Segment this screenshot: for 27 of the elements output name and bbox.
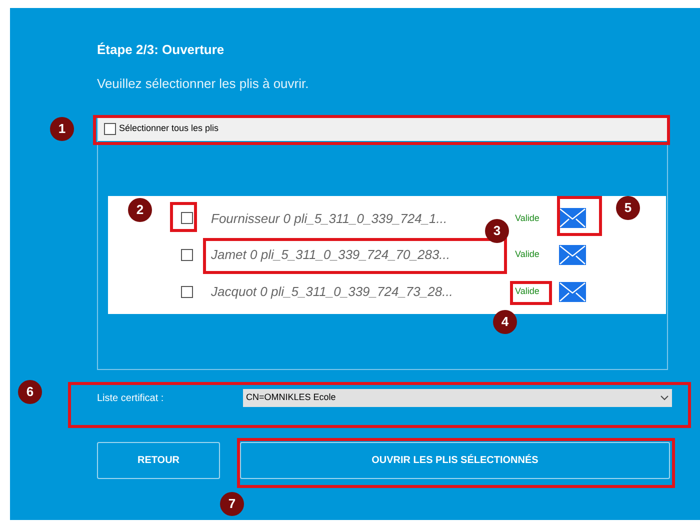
envelope-icon[interactable] — [559, 282, 586, 302]
checkbox[interactable] — [104, 122, 116, 134]
annotation-badge: 6 — [18, 380, 42, 404]
certificate-label: Liste certificat : — [97, 392, 165, 406]
step-title: Étape 2/3: Ouverture — [97, 41, 226, 59]
checkbox[interactable] — [181, 286, 193, 298]
select-all-label: Sélectionner tous les plis — [119, 122, 219, 135]
status-label: Valide — [515, 284, 540, 298]
status-label: Valide — [515, 248, 540, 262]
chevron-down-icon — [660, 395, 669, 401]
checkbox[interactable] — [181, 248, 193, 261]
select-all-bar[interactable]: Sélectionner tous les plis — [98, 116, 667, 141]
annotation-badge: 7 — [220, 492, 244, 516]
pli-name: Jamet 0 pli_5_311_0_339_724_70_283... — [211, 246, 450, 264]
highlight-frame — [170, 202, 197, 232]
pli-name: Fournisseur 0 pli_5_311_0_339_724_1... — [211, 210, 448, 228]
envelope-icon[interactable] — [559, 244, 586, 265]
certificate-select[interactable]: CN=OMNIKLES Ecole — [243, 389, 672, 407]
instruction-text: Veuillez sélectionner les plis à ouvrir. — [97, 74, 310, 93]
envelope-icon[interactable] — [559, 208, 586, 228]
annotation-badge: 4 — [493, 310, 517, 334]
status-label: Valide — [515, 212, 540, 225]
checkbox[interactable] — [181, 212, 193, 224]
annotation-badge: 1 — [50, 117, 74, 141]
pli-name: Jacquot 0 pli_5_311_0_339_724_73_28... — [211, 282, 453, 301]
highlight-frame — [557, 196, 602, 236]
highlight-frame — [510, 281, 552, 305]
